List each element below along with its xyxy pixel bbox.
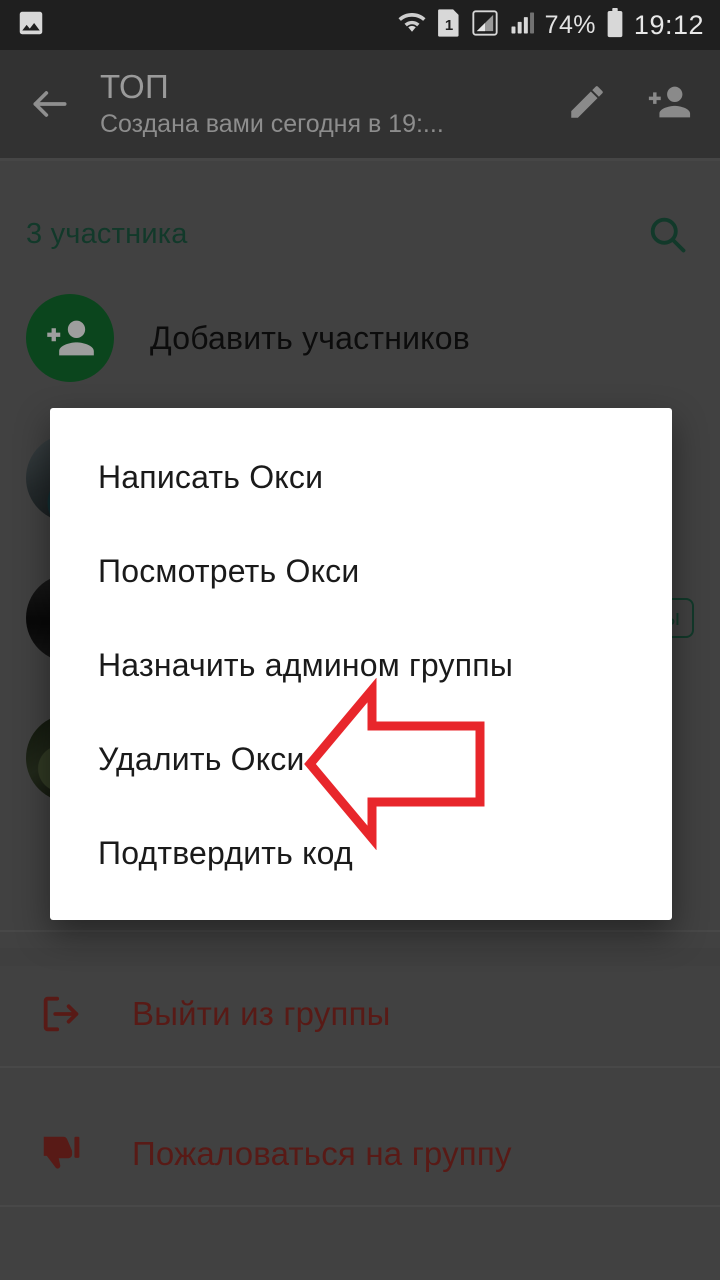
menu-item-message[interactable]: Написать Окси	[50, 430, 672, 524]
app-bar-actions	[566, 79, 698, 130]
menu-item-view[interactable]: Посмотреть Окси	[50, 524, 672, 618]
menu-item-make-admin[interactable]: Назначить админом группы	[50, 618, 672, 712]
battery-percent-label: 74%	[544, 10, 596, 39]
image-icon	[16, 8, 46, 43]
wifi-icon	[397, 8, 427, 43]
menu-item-confirm-code[interactable]: Подтвердить код	[50, 806, 672, 900]
signal-secondary-icon	[471, 9, 499, 42]
page-subtitle: Создана вами сегодня в 19:...	[100, 110, 444, 138]
menu-item-remove[interactable]: Удалить Окси	[50, 712, 672, 806]
pencil-icon[interactable]	[566, 81, 608, 128]
clock-label: 19:12	[633, 9, 704, 40]
add-person-icon[interactable]	[646, 79, 692, 130]
battery-icon	[605, 7, 625, 43]
page-title: ТОП	[100, 68, 169, 105]
back-arrow-icon[interactable]	[22, 76, 78, 132]
signal-icon	[508, 9, 536, 42]
app-bar: ТОП Создана вами сегодня в 19:...	[0, 50, 720, 158]
svg-text:1: 1	[445, 16, 453, 33]
phone-screen: 3 участника Добавить участников Выйти из…	[0, 0, 720, 1280]
context-menu-dialog: Написать Окси Посмотреть Окси Назначить …	[50, 408, 672, 920]
app-bar-titles: ТОП Создана вами сегодня в 19:...	[100, 68, 444, 140]
sim1-icon: 1	[436, 8, 462, 43]
status-bar: 1 74% 19:12	[0, 0, 720, 50]
